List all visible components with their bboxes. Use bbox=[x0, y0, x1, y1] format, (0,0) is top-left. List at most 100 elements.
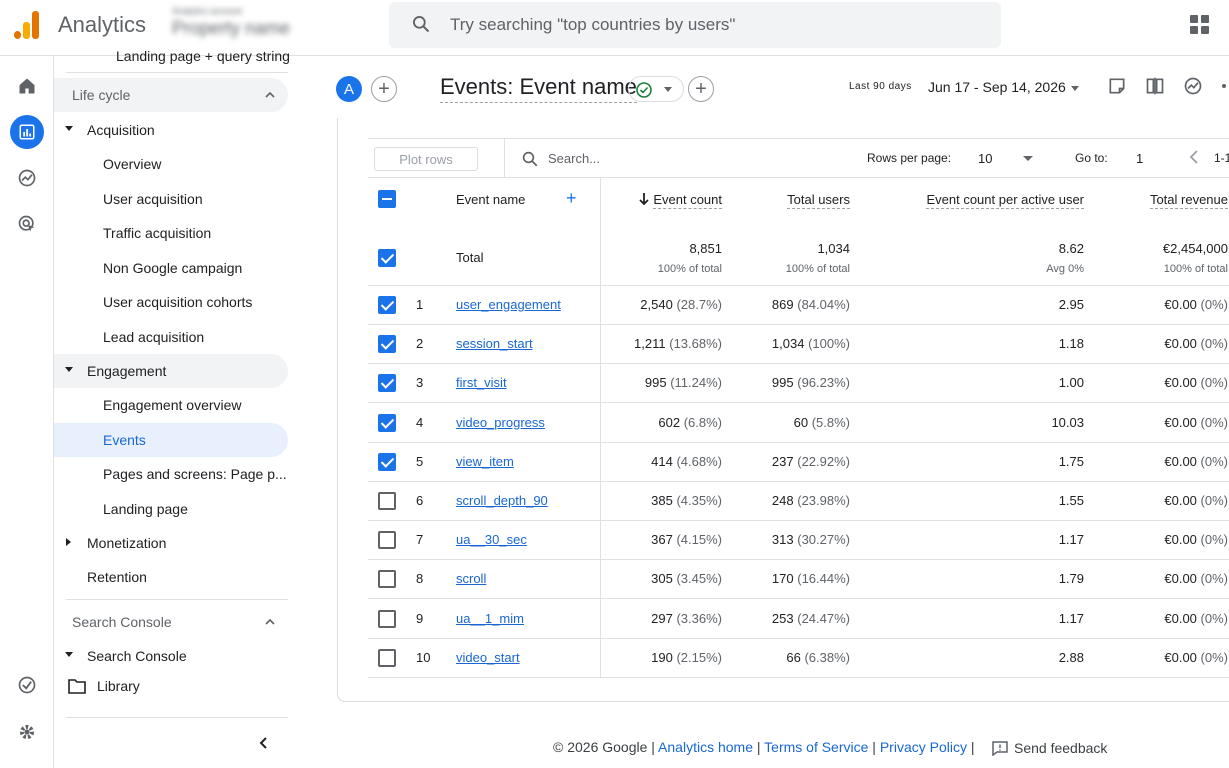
explore-icon[interactable] bbox=[10, 161, 44, 195]
event-name-link[interactable]: ua__1_mim bbox=[456, 611, 524, 626]
event-name-link[interactable]: video_start bbox=[456, 650, 520, 665]
row-checkbox[interactable] bbox=[378, 374, 396, 393]
header-total-revenue[interactable]: Total revenue bbox=[1128, 192, 1228, 209]
home-icon[interactable] bbox=[10, 69, 44, 103]
header-total-users[interactable]: Total users bbox=[768, 192, 850, 209]
totals-checkbox[interactable] bbox=[378, 249, 396, 267]
per-user-cell: 1.17 bbox=[1058, 610, 1084, 626]
table-row[interactable]: 9 ua__1_mim 297 (3.36%) 253 (24.47%) 1.17 €0.… bbox=[368, 600, 1229, 639]
table-row[interactable]: 2 session_start 1,211 (13.68%) 1,034 (100%)… bbox=[368, 325, 1229, 365]
dropdown-caret-icon[interactable] bbox=[1023, 156, 1033, 161]
nav-item-engagement[interactable]: Engagement bbox=[54, 354, 288, 388]
header-event-count[interactable]: Event count bbox=[634, 192, 722, 209]
per-user-cell: 1.17 bbox=[1058, 532, 1084, 548]
more-options-icon[interactable] bbox=[1218, 76, 1229, 96]
app-title[interactable]: Analytics bbox=[58, 12, 146, 38]
report-title[interactable]: Events: Event name bbox=[440, 74, 637, 103]
header-events-per-user[interactable]: Event count per active user bbox=[908, 192, 1084, 209]
chevron-up-icon bbox=[265, 618, 275, 625]
total-users-value: 66 bbox=[786, 649, 801, 665]
nav-divider bbox=[66, 72, 288, 73]
event-name-link[interactable]: ua__30_sec bbox=[456, 532, 527, 547]
row-checkbox[interactable] bbox=[378, 413, 396, 432]
nav-item-lead-acquisition[interactable]: Lead acquisition bbox=[54, 320, 288, 354]
account-selector[interactable]: Analytics account Property name bbox=[172, 6, 372, 46]
event-name-link[interactable]: first_visit bbox=[456, 375, 507, 390]
nav-item-landing-page[interactable]: Landing page bbox=[54, 492, 288, 526]
global-search[interactable]: Try searching "top countries by users" bbox=[389, 2, 1001, 48]
comparison-avatar[interactable]: A bbox=[336, 76, 362, 102]
event-name-link[interactable]: user_engagement bbox=[456, 297, 561, 312]
revenue-pct: (0%) bbox=[1200, 532, 1228, 548]
row-checkbox[interactable] bbox=[378, 296, 396, 314]
row-checkbox[interactable] bbox=[378, 570, 396, 589]
left-rail bbox=[0, 56, 54, 768]
nav-item-events[interactable]: Events bbox=[54, 423, 288, 457]
row-checkbox[interactable] bbox=[378, 492, 396, 510]
event-count-pct: (4.68%) bbox=[676, 453, 722, 469]
terms-link[interactable]: Terms of Service bbox=[764, 739, 868, 755]
nav-item-acquisition[interactable]: Acquisition bbox=[54, 113, 288, 147]
nav-item-monetization[interactable]: Monetization bbox=[54, 526, 288, 560]
table-row[interactable]: 3 first_visit 995 (11.24%) 995 (96.23%) 1.00… bbox=[368, 364, 1229, 404]
nav-item-pages-and-screens[interactable]: Pages and screens: Page p... bbox=[54, 457, 288, 491]
event-count-value: 367 bbox=[651, 532, 673, 548]
table-row[interactable]: 1 user_engagement 2,540 (28.7%) 869 (84.04%… bbox=[368, 286, 1229, 325]
table-row[interactable]: 8 scroll 305 (3.45%) 170 (16.44%) 1.79 €0.00 … bbox=[368, 560, 1229, 600]
add-dimension-plus-icon[interactable]: + bbox=[566, 188, 577, 209]
apps-grid-icon[interactable] bbox=[1190, 15, 1210, 35]
add-filter-button[interactable]: + bbox=[688, 76, 714, 102]
analytics-logo-icon[interactable] bbox=[14, 11, 40, 39]
row-checkbox[interactable] bbox=[378, 452, 396, 471]
previous-page-icon[interactable] bbox=[1188, 150, 1200, 164]
privacy-link[interactable]: Privacy Policy bbox=[880, 739, 967, 755]
event-name-link[interactable]: scroll bbox=[456, 571, 486, 586]
nav-item-retention[interactable]: Retention bbox=[54, 560, 288, 594]
table-row[interactable]: 10 video_start 190 (2.15%) 66 (6.38%) 2.88 €0… bbox=[368, 639, 1229, 678]
nav-item-traffic-acquisition[interactable]: Traffic acquisition bbox=[54, 216, 288, 250]
nav-item-user-acquisition[interactable]: User acquisition bbox=[54, 182, 288, 216]
table-row[interactable]: 4 video_progress 602 (6.8%) 60 (5.8%) 10.03 €… bbox=[368, 404, 1229, 443]
nav-item-library[interactable]: Library bbox=[54, 669, 288, 703]
nav-item-engagement-overview[interactable]: Engagement overview bbox=[54, 388, 288, 422]
row-checkbox[interactable] bbox=[378, 335, 396, 354]
table-search-input[interactable]: Search... bbox=[548, 151, 600, 166]
report-status-pill[interactable] bbox=[628, 76, 684, 102]
row-checkbox[interactable] bbox=[378, 609, 396, 628]
reports-icon[interactable] bbox=[10, 115, 44, 149]
event-name-link[interactable]: scroll_depth_90 bbox=[456, 493, 548, 508]
share-report-icon[interactable] bbox=[1107, 76, 1127, 96]
settings-gear-icon[interactable] bbox=[10, 715, 44, 749]
rows-per-page-select[interactable]: 10 bbox=[978, 151, 992, 166]
nav-item-partial[interactable]: Landing page + query string bbox=[116, 48, 290, 64]
event-name-link[interactable]: session_start bbox=[456, 336, 533, 351]
report-navigation: Landing page + query string Life cycle A… bbox=[54, 48, 294, 768]
table-row[interactable]: 5 view_item 414 (4.68%) 237 (22.92%) 1.75 €0.… bbox=[368, 443, 1229, 482]
section-life-cycle[interactable]: Life cycle bbox=[54, 78, 288, 112]
event-name-link[interactable]: view_item bbox=[456, 454, 514, 469]
nav-item-search-console[interactable]: Search Console bbox=[54, 639, 288, 673]
section-search-console[interactable]: Search Console bbox=[54, 605, 288, 639]
send-feedback-button[interactable]: Send feedback bbox=[992, 740, 1107, 756]
date-range-picker[interactable]: Jun 17 - Sep 14, 2026 bbox=[928, 79, 1066, 95]
collapse-chevron-icon[interactable] bbox=[257, 736, 271, 750]
plot-rows-button[interactable]: Plot rows bbox=[374, 147, 478, 171]
select-all-checkbox[interactable] bbox=[378, 190, 396, 208]
row-checkbox[interactable] bbox=[378, 531, 396, 550]
table-row[interactable]: 6 scroll_depth_90 385 (4.35%) 248 (23.98%) 1… bbox=[368, 482, 1229, 521]
row-checkbox[interactable] bbox=[378, 648, 396, 667]
compare-icon[interactable] bbox=[1145, 76, 1165, 96]
table-row[interactable]: 7 ua__30_sec 367 (4.15%) 313 (30.27%) 1.17 €0… bbox=[368, 521, 1229, 561]
nav-item-overview[interactable]: Overview bbox=[54, 147, 288, 181]
event-name-link[interactable]: video_progress bbox=[456, 415, 545, 430]
advertising-icon[interactable] bbox=[10, 207, 44, 241]
header-event-name[interactable]: Event name bbox=[456, 192, 525, 207]
admin-check-icon[interactable] bbox=[10, 668, 44, 702]
nav-item-non-google-campaign[interactable]: Non Google campaign bbox=[54, 251, 288, 285]
analytics-home-link[interactable]: Analytics home bbox=[658, 739, 753, 755]
goto-input[interactable]: 1 bbox=[1136, 151, 1143, 166]
nav-item-user-acquisition-cohorts[interactable]: User acquisition cohorts bbox=[54, 285, 288, 319]
add-comparison-button[interactable]: + bbox=[371, 76, 397, 102]
date-caret-icon[interactable] bbox=[1071, 86, 1079, 91]
insights-icon[interactable] bbox=[1183, 76, 1203, 96]
